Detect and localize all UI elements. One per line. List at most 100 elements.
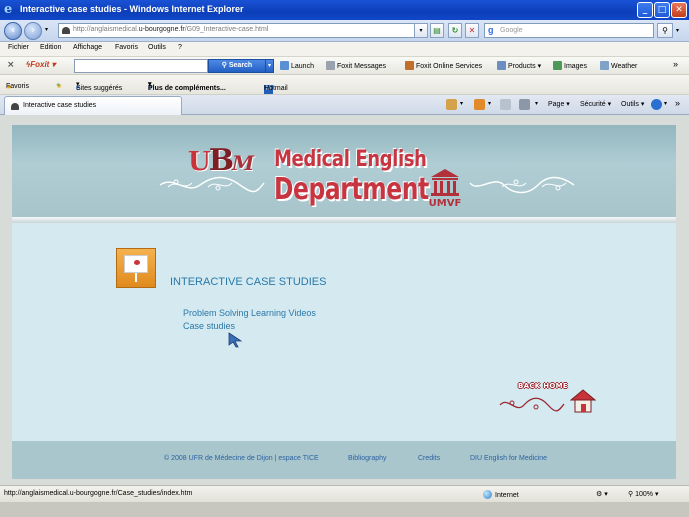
site-page: UBM Medical English Department UMVF INTE… [12,125,676,479]
window-titlebar: e Interactive case studies - Windows Int… [0,0,689,20]
help-dropdown-icon[interactable]: ▾ [664,100,667,107]
security-menu[interactable]: Sécurité ▾ [580,100,611,108]
url-input[interactable]: http://anglaismedical.u-bourgogne.fr/G09… [58,23,426,38]
toolbar-products[interactable]: Products ▾ [497,61,541,70]
header-title-line2: Department [274,172,429,207]
ie-logo-icon: e [4,2,13,17]
menu-file[interactable]: Fichier [8,44,29,51]
menu-favorites[interactable]: Favoris [115,44,138,51]
menu-help[interactable]: ? [178,44,182,51]
internet-globe-icon [483,490,492,499]
messages-icon [326,61,335,70]
header-title-line1: Medical English [274,147,427,172]
search-icon: ⚲ [221,62,227,69]
right-ornament-icon [469,176,575,194]
security-zone-label: Internet [495,492,519,499]
refresh-icon[interactable]: ↻ [448,23,462,38]
tab-interactive-case-studies[interactable]: Interactive case studies [4,96,182,115]
help-icon[interactable] [651,99,662,110]
tab-bar: Interactive case studies ▾ ▾ ▾ Page ▾ Sé… [0,95,689,115]
bibliography-link[interactable]: Bibliography [348,455,387,462]
copyright-link[interactable]: © 2008 UFR de Médecine de Dijon | espace… [164,455,319,462]
compatibility-icon[interactable]: ▤ [430,23,444,38]
umvf-logo: UMVF [426,167,464,209]
url-path: /G09_Interactive-case.html [184,26,269,33]
search-go-icon[interactable]: ⚲ [657,23,673,38]
zoom-magnifier-icon: ⚲ [628,491,634,498]
logo-letter-b: B [208,143,234,178]
toolbar-images-label: Images [564,63,587,70]
products-icon [497,61,506,70]
images-icon [553,61,562,70]
menu-tools[interactable]: Outils [148,44,166,51]
foxit-search-button[interactable]: ⚲ Search [208,59,266,73]
back-home-label: BACK HOME [518,382,569,390]
print-icon[interactable] [519,99,530,110]
back-home-ornament-icon [499,397,565,412]
desktop-strip [0,502,689,517]
tab-favicon-icon [11,103,19,110]
more-addons-link[interactable]: e Plus de compléments... ▾ [148,80,226,92]
minimize-button[interactable]: _ [637,2,653,18]
tools-menu[interactable]: Outils ▾ [621,100,644,108]
suggested-sites-link[interactable]: e Sites suggérés ▾ [76,80,122,92]
site-footer: © 2008 UFR de Médecine de Dijon | espace… [12,441,676,479]
toolbar-foxit-online-services[interactable]: Foxit Online Services [405,61,482,70]
address-bar: ‹ › ▾ http://anglaismedical.u-bourgogne.… [0,20,689,42]
foxit-search-dropdown-icon[interactable]: ▾ [265,59,274,73]
foxit-toolbar: × ϟFoxit ▾ ⚲ Search ▾ Launch Foxit Messa… [0,56,689,75]
back-button[interactable]: ‹ [4,22,22,40]
foxit-logo[interactable]: ϟFoxit ▾ [26,60,56,69]
toolbar-online-services-label: Foxit Online Services [416,63,483,70]
favorites-bar: ★ Favoris ★ + e Sites suggérés ▾ e Plus d… [0,75,689,95]
foxit-search-label: Search [228,62,253,69]
history-dropdown-icon[interactable]: ▾ [45,26,48,33]
credits-link[interactable]: Credits [418,455,440,462]
toolbar-weather[interactable]: Weather [600,61,637,70]
url-domain: u-bourgogne.fr [138,26,185,33]
zoom-level: 100% [635,491,653,498]
rss-feed-icon[interactable] [474,99,485,110]
weather-icon [600,61,609,70]
url-dropdown-icon[interactable]: ▾ [414,23,428,38]
command-chevron-icon[interactable]: » [675,98,680,108]
toolbar-close-icon[interactable]: × [7,60,15,70]
tab-label: Interactive case studies [23,102,97,109]
page-menu[interactable]: Page ▾ [548,100,570,108]
print-dropdown-icon[interactable]: ▾ [535,100,538,107]
home-dropdown-icon[interactable]: ▾ [460,100,463,107]
toolbar-launch-label: Launch [291,63,314,70]
logo-letter-m: M [232,151,254,175]
zoom-control[interactable]: ⚲ 100% ▾ [628,490,658,498]
section-title: INTERACTIVE CASE STUDIES [170,276,327,288]
foxit-search-input[interactable] [74,59,208,73]
stop-icon[interactable]: ✕ [465,23,479,38]
read-mail-icon[interactable] [500,99,511,110]
problem-solving-videos-link[interactable]: Problem Solving Learning Videos [183,308,316,318]
search-options-icon[interactable]: ▾ [676,27,679,34]
back-home-button[interactable]: BACK HOME [498,382,598,422]
diu-link[interactable]: DIU English for Medicine [470,455,547,462]
menu-view[interactable]: Affichage [73,44,102,51]
menu-bar: Fichier Edition Affichage Favoris Outils… [0,42,689,56]
toolbar-messages-label: Foxit Messages [337,63,387,70]
search-input[interactable]: g Google [484,23,654,38]
forward-button[interactable]: › [24,22,42,40]
toolbar-images[interactable]: Images [553,61,587,70]
home-icon[interactable] [446,99,457,110]
case-studies-link[interactable]: Case studies [183,321,235,331]
toolbar-chevron-icon[interactable]: » [673,59,678,69]
toolbar-launch[interactable]: Launch [280,61,314,70]
umvf-label: UMVF [428,198,462,209]
maximize-button[interactable]: □ [654,2,670,18]
rss-dropdown-icon[interactable]: ▾ [488,100,491,107]
menu-edit[interactable]: Edition [40,44,61,51]
close-button[interactable]: ✕ [671,2,687,18]
security-menu-label: Sécurité [580,101,606,108]
protected-mode-icon[interactable]: ⚙ ▾ [596,490,608,498]
foxit-logo-label: Foxit [30,60,50,69]
logo-letter-u: U [188,147,211,177]
launch-icon [280,61,289,70]
page-menu-label: Page [548,101,565,108]
toolbar-foxit-messages[interactable]: Foxit Messages [326,61,386,70]
